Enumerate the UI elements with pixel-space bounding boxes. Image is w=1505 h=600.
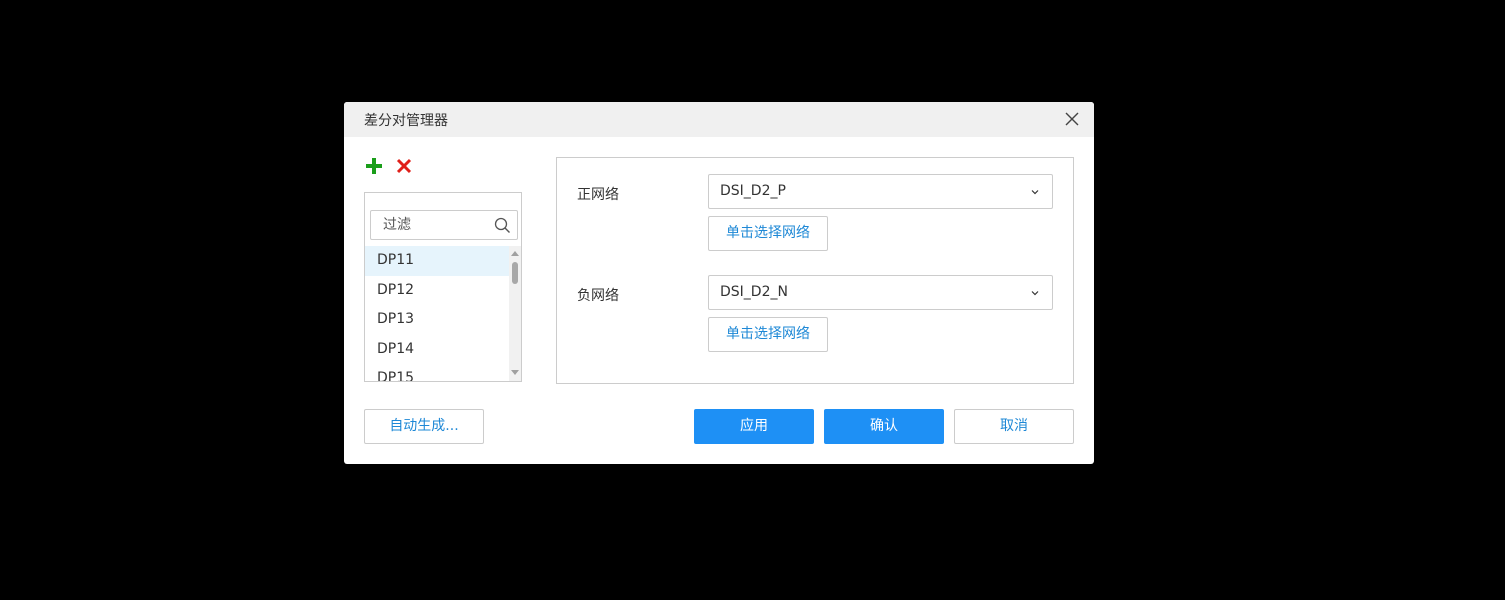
x-icon	[396, 158, 412, 174]
scroll-down-icon[interactable]	[511, 370, 519, 375]
positive-pick-net-button[interactable]: 单击选择网络	[708, 216, 828, 251]
list-item[interactable]: DP14	[365, 335, 510, 365]
chevron-down-icon	[1031, 291, 1039, 296]
scroll-thumb[interactable]	[512, 262, 518, 284]
negative-net-select[interactable]: DSI_D2_N	[708, 275, 1053, 310]
dialog-title: 差分对管理器	[364, 113, 448, 129]
close-button[interactable]	[1062, 109, 1082, 129]
list-item[interactable]: DP13	[365, 305, 510, 335]
close-icon	[1065, 112, 1079, 126]
positive-net-label: 正网络	[577, 187, 619, 203]
positive-net-value: DSI_D2_P	[720, 183, 786, 199]
apply-button[interactable]: 应用	[694, 409, 814, 444]
list-item[interactable]: DP11	[365, 246, 510, 276]
positive-net-select[interactable]: DSI_D2_P	[708, 174, 1053, 209]
search-icon[interactable]	[494, 217, 511, 234]
add-pair-button[interactable]	[365, 157, 383, 175]
list-item[interactable]: DP12	[365, 276, 510, 306]
negative-net-label: 负网络	[577, 288, 619, 304]
net-settings-panel: 正网络 DSI_D2_P 单击选择网络 负网络 DSI_D2_N 单击选择网络	[556, 157, 1074, 384]
pair-list: DP11 DP12 DP13 DP14 DP15	[365, 246, 510, 381]
negative-pick-net-button[interactable]: 单击选择网络	[708, 317, 828, 352]
list-item[interactable]: DP15	[365, 364, 510, 381]
filter-input[interactable]	[377, 211, 499, 239]
list-scrollbar[interactable]	[509, 246, 521, 381]
differential-pair-manager-dialog: 差分对管理器 DP11 DP12	[344, 102, 1094, 464]
pair-list-panel: DP11 DP12 DP13 DP14 DP15	[364, 192, 522, 382]
auto-generate-button[interactable]: 自动生成...	[364, 409, 484, 444]
chevron-down-icon	[1031, 190, 1039, 195]
confirm-button[interactable]: 确认	[824, 409, 944, 444]
negative-net-value: DSI_D2_N	[720, 284, 788, 300]
plus-icon	[366, 158, 382, 174]
cancel-button[interactable]: 取消	[954, 409, 1074, 444]
filter-box	[370, 210, 518, 240]
delete-pair-button[interactable]	[395, 157, 413, 175]
scroll-up-icon[interactable]	[511, 251, 519, 256]
dialog-titlebar: 差分对管理器	[344, 102, 1094, 137]
